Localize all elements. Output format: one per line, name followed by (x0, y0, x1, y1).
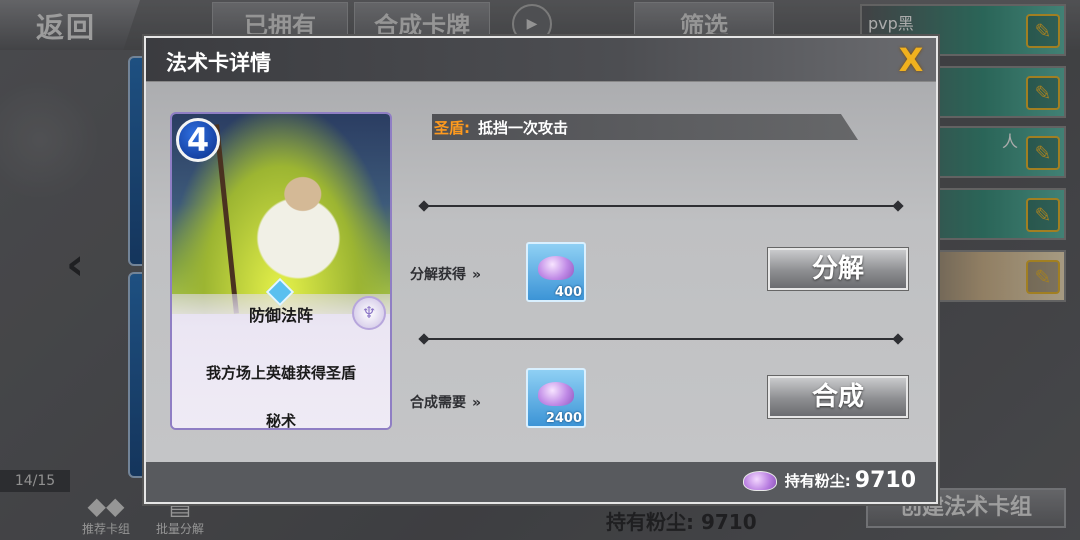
double-chevron-icon: » (472, 267, 482, 283)
craft-amount: 2400 (545, 411, 582, 426)
craft-label: 合成需要 (410, 395, 466, 411)
craft-dust-tile: 2400 (526, 368, 586, 428)
owned-dust-label: 持有粉尘: (784, 472, 851, 490)
close-icon[interactable]: X (894, 43, 928, 77)
card-description: 我方场上英雄获得圣盾 (205, 364, 356, 382)
effect-text: 抵挡一次攻击 (478, 118, 569, 137)
divider-diamond-icon (892, 200, 904, 212)
card-cost-badge: 4 (176, 118, 220, 162)
card-type: 秘术 (265, 412, 296, 430)
spell-card: 4 防御法阵 ♆ 我方场上英雄获得圣盾 秘术 (170, 112, 392, 430)
divider-diamond-icon (418, 333, 430, 345)
effect-banner: 圣盾: 抵挡一次攻击 (432, 114, 858, 140)
modal-title: 法术卡详情 (166, 51, 271, 75)
owned-dust-value: 9710 (854, 468, 916, 493)
divider-diamond-icon (892, 333, 904, 345)
disenchant-button[interactable]: 分解 (768, 248, 908, 290)
disenchant-amount: 400 (554, 285, 582, 300)
spell-card-detail-modal: 法术卡详情 X 4 防御法阵 ♆ 我方场上英雄获得圣盾 秘术 圣盾: 抵挡一次攻… (144, 36, 938, 504)
craft-button[interactable]: 合成 (768, 376, 908, 418)
double-chevron-icon: » (472, 395, 482, 411)
divider-diamond-icon (418, 200, 430, 212)
modal-header: 法术卡详情 X (146, 38, 936, 82)
divider (414, 200, 908, 212)
dust-icon (538, 256, 574, 280)
dust-icon (742, 470, 777, 491)
spell-emblem-icon: ♆ (352, 296, 386, 330)
disenchant-dust-tile: 400 (526, 242, 586, 302)
divider (414, 333, 908, 345)
effect-keyword: 圣盾: (434, 118, 470, 137)
disenchant-row-label: 分解获得 » (410, 264, 481, 284)
modal-footer: 持有粉尘: 9710 (146, 462, 936, 502)
craft-row-label: 合成需要 » (410, 392, 481, 412)
disenchant-label: 分解获得 (410, 267, 466, 283)
dust-icon (538, 382, 574, 406)
owned-dust: 持有粉尘: 9710 (742, 468, 916, 493)
